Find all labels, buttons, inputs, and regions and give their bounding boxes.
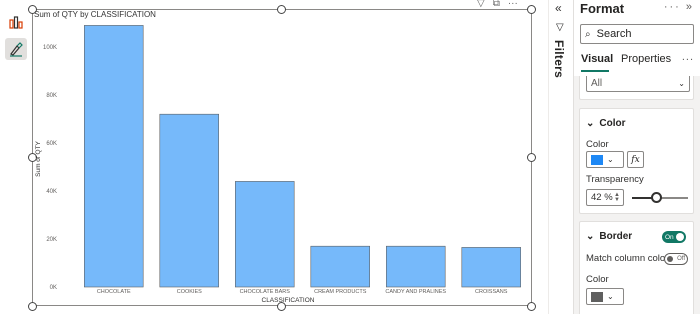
chevron-down-icon: ⌄ xyxy=(607,292,614,301)
y-tick-label: 80K xyxy=(46,93,57,99)
match-column-color-label: Match column color xyxy=(586,253,669,264)
x-tick-label: COOKIES xyxy=(177,289,202,295)
apply-to-value: All xyxy=(591,77,603,89)
bar xyxy=(159,113,219,288)
x-tick-label: CANDY AND PRALINES xyxy=(385,289,446,295)
border-color-picker[interactable]: ⌄ xyxy=(586,288,624,305)
chevron-down-icon: ⌄ xyxy=(607,155,614,164)
color-section-card: ⌄ Color Color ⌄ fx Transparency 42 % ▲ ▼ xyxy=(579,108,694,214)
transparency-value: 42 % xyxy=(591,192,613,203)
focus-mode-icon[interactable]: ⧉ xyxy=(493,0,500,9)
tab-visual[interactable]: Visual xyxy=(581,53,613,65)
format-search-box[interactable]: ⌕ Search xyxy=(580,24,694,44)
build-visual-icon xyxy=(9,16,23,29)
match-column-color-toggle[interactable]: Off xyxy=(664,253,688,265)
x-tick-label: CHOCOLATE xyxy=(97,289,131,295)
match-toggle-label: Off xyxy=(677,256,685,262)
border-toggle[interactable]: On xyxy=(662,231,686,243)
visual-header-toolbar: ▽ ⧉ ··· xyxy=(477,0,518,9)
bar xyxy=(310,245,370,288)
double-chevron-left-icon[interactable]: « xyxy=(555,1,562,15)
transparency-label: Transparency xyxy=(586,174,644,185)
active-tab-indicator xyxy=(581,70,609,72)
transparency-slider-thumb[interactable] xyxy=(651,192,662,203)
bar xyxy=(235,181,295,288)
chevron-down-icon: ⌄ xyxy=(586,118,595,129)
x-tick-label: CREAM PRODUCTS xyxy=(314,289,367,295)
format-tabs: Visual Properties ... xyxy=(580,51,698,73)
toggle-knob xyxy=(676,233,684,241)
filter-icon[interactable]: ▽ xyxy=(477,0,485,9)
format-visual-button[interactable] xyxy=(5,38,27,60)
chevron-down-icon: ⌄ xyxy=(586,231,595,242)
search-placeholder: Search xyxy=(596,28,632,40)
format-pane-body: All ⌄ ⌄ Color Color ⌄ fx Transparency 42… xyxy=(574,76,700,314)
format-pane-header-icons: ··· » xyxy=(664,1,694,13)
bar xyxy=(461,247,521,288)
y-axis-title: Sum of QTY xyxy=(35,140,42,176)
border-section-card: ⌄ Border On Match column color Off Color… xyxy=(579,221,694,314)
filters-pane-label: Filters xyxy=(552,40,566,79)
more-options-icon[interactable]: ··· xyxy=(664,1,681,13)
conditional-formatting-fx-button[interactable]: fx xyxy=(627,151,644,168)
border-toggle-label: On xyxy=(665,233,674,241)
color-label: Color xyxy=(586,139,609,150)
search-icon: ⌕ xyxy=(585,28,591,40)
build-visual-button[interactable] xyxy=(5,11,27,33)
bar-chart: 0K 20K 40K 60K 80K 100K Sum of QTY CHOCOLATE COO… xyxy=(35,25,521,304)
canvas-pane-divider xyxy=(540,0,549,314)
tabs-more-icon[interactable]: ... xyxy=(682,51,694,63)
color-section-title: Color xyxy=(599,118,626,129)
spinner-arrows-icon[interactable]: ▲ ▼ xyxy=(614,192,620,203)
transparency-spinbox[interactable]: 42 % ▲ ▼ xyxy=(586,189,624,206)
bar-color-picker[interactable]: ⌄ xyxy=(586,151,624,168)
tab-properties[interactable]: Properties xyxy=(621,53,671,65)
y-tick-label: 40K xyxy=(46,189,57,195)
format-pane-title: Format xyxy=(580,1,625,16)
apply-settings-card: All ⌄ xyxy=(579,76,694,100)
color-swatch xyxy=(591,154,603,165)
border-section-header[interactable]: ⌄ Border xyxy=(586,231,632,242)
border-section-title: Border xyxy=(599,231,633,242)
y-tick-label: 20K xyxy=(46,237,57,243)
bar xyxy=(386,245,446,288)
x-axis-title: CLASSIFICATION xyxy=(262,297,315,304)
toggle-knob xyxy=(667,256,673,262)
report-editor: ▽ ⧉ ··· Sum of QTY by CLASSIFICATION 0K 2… xyxy=(0,0,700,314)
x-tick-label: CROISSANS xyxy=(475,289,508,295)
chevron-down-icon: ⌄ xyxy=(678,78,685,88)
color-section-header[interactable]: ⌄ Color xyxy=(586,118,626,129)
transparency-slider[interactable] xyxy=(632,192,688,203)
bar xyxy=(84,25,144,288)
y-tick-label: 100K xyxy=(43,45,57,51)
y-tick-label: 0K xyxy=(50,285,57,291)
x-tick-label: CHOCOLATE BARS xyxy=(240,289,291,295)
more-options-icon[interactable]: ··· xyxy=(508,0,518,9)
format-pane: Format ··· » ⌕ Search Visual Properties … xyxy=(574,0,700,314)
border-color-label: Color xyxy=(586,274,609,285)
y-tick-label: 60K xyxy=(46,141,57,147)
filter-funnel-icon: ▽ xyxy=(556,22,564,33)
format-paintbrush-icon xyxy=(10,42,23,57)
double-chevron-right-icon[interactable]: » xyxy=(686,1,694,13)
filters-pane-collapsed[interactable]: « ▽ Filters xyxy=(549,0,574,314)
apply-to-dropdown[interactable]: All ⌄ xyxy=(586,76,690,92)
color-swatch xyxy=(591,291,603,302)
